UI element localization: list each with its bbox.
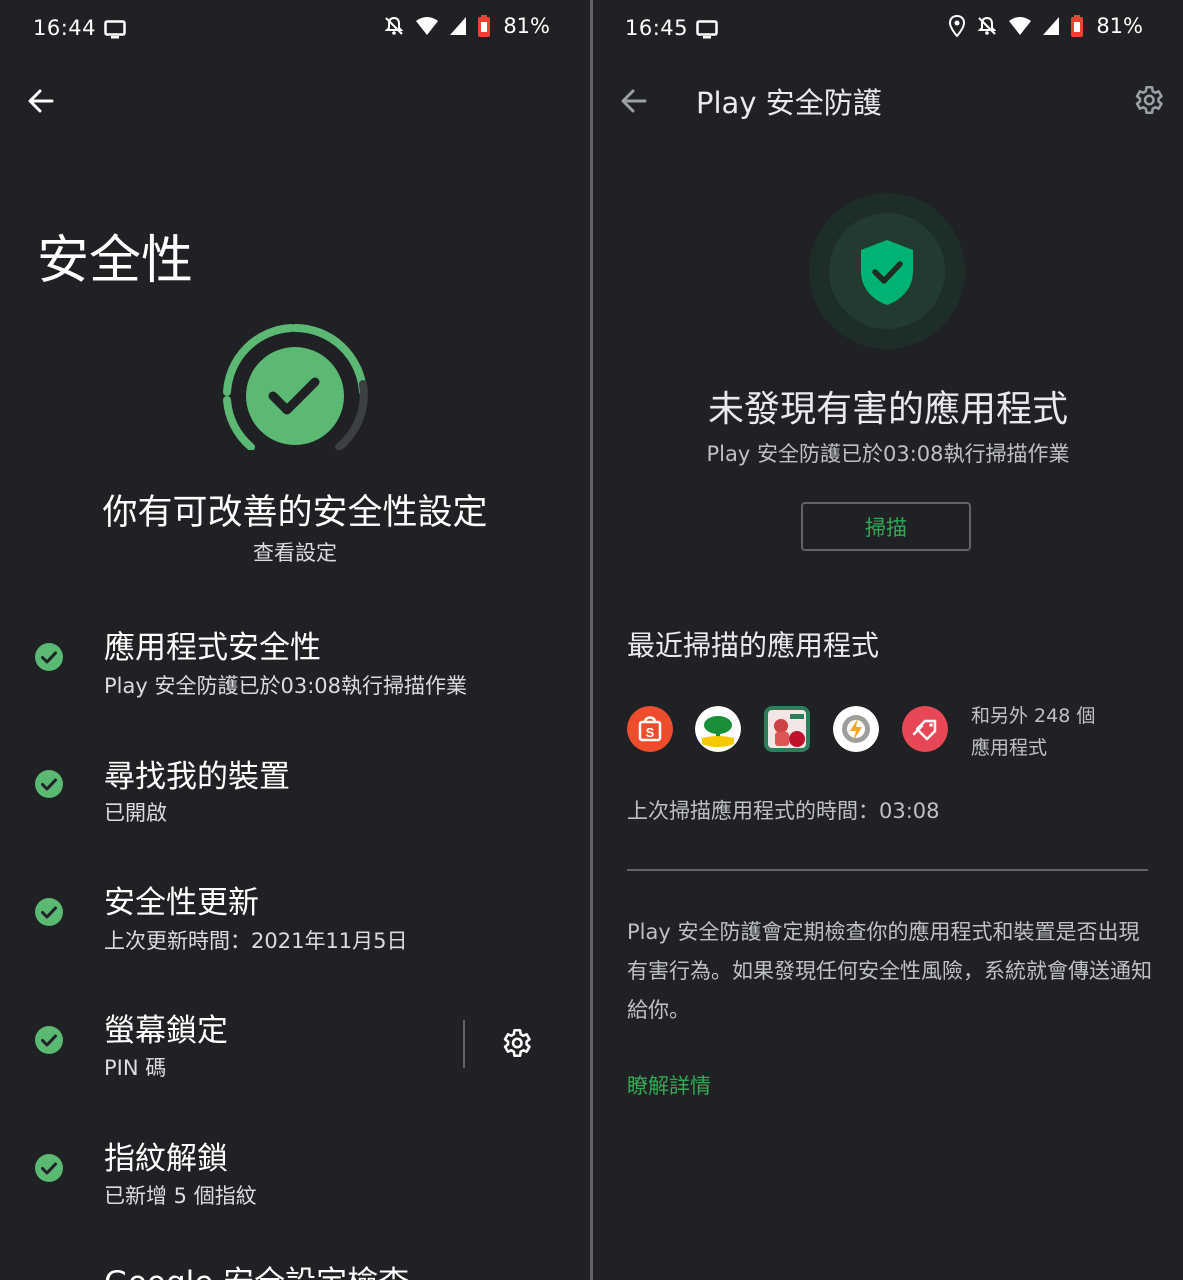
battery-saver-icon (478, 15, 491, 37)
recent-scanned-title: 最近掃描的應用程式 (627, 629, 880, 662)
status-headline: 未發現有害的應用程式 (707, 389, 1068, 430)
check-circle-icon (35, 770, 63, 798)
battery-saver-icon (1071, 15, 1084, 37)
signal-icon (1043, 17, 1060, 35)
back-arrow-icon[interactable] (617, 84, 651, 118)
check-circle-icon (35, 643, 63, 671)
item-title: 指紋解鎖 (104, 1141, 228, 1177)
view-settings-link[interactable]: 查看設定 (0, 537, 590, 567)
shield-check-icon (809, 193, 965, 349)
tree-bank-icon[interactable] (695, 706, 741, 752)
item-title: 應用程式安全性 (104, 630, 321, 666)
status-icons: 81% (383, 14, 550, 38)
item-screen-lock[interactable]: 螢幕鎖定 PIN 碼 (0, 1000, 590, 1110)
last-scan-time: 上次掃描應用程式的時間：03:08 (627, 799, 940, 823)
status-bar: 16:44 81% (0, 0, 590, 60)
mute-bell-icon (384, 16, 404, 35)
item-title: Google 安全設定檢查 (104, 1257, 409, 1280)
item-google-security-checkup[interactable]: Google 安全設定檢查 (0, 1255, 590, 1280)
mute-bell-icon (977, 16, 997, 35)
wifi-icon (416, 17, 439, 35)
status-subtitle: Play 安全防護已於03:08執行掃描作業 (706, 442, 1070, 466)
svg-text:S: S (646, 725, 655, 740)
coupon-tag-icon[interactable] (902, 706, 948, 752)
item-subtitle: PIN 碼 (104, 1056, 167, 1080)
item-title: 螢幕鎖定 (104, 1013, 228, 1049)
gear-icon[interactable] (499, 1026, 533, 1060)
battery-percent: 81% (1096, 14, 1143, 38)
gear-icon[interactable] (1131, 83, 1165, 117)
status-time: 16:45 (625, 16, 689, 40)
section-divider (627, 869, 1148, 871)
item-security-update[interactable]: 安全性更新 上次更新時間：2021年11月5日 (0, 873, 590, 983)
play-protect-description: Play 安全防護會定期檢查你的應用程式和裝置是否出現有害行為。如果發現任何安全… (627, 920, 1152, 1022)
more-apps-line1: 和另外 248 個 (971, 705, 1096, 727)
item-subtitle: 已新增 5 個指紋 (104, 1184, 257, 1208)
play-protect-screen: 16:45 81% Play 安全防護 未發現有害的應用程式 Play 安全防護… (593, 0, 1183, 1280)
more-apps-line2: 應用程式 (971, 737, 1048, 759)
item-subtitle: 上次更新時間：2021年11月5日 (104, 929, 408, 953)
cast-screen-icon (696, 20, 718, 39)
security-screen: 16:44 81% 安全性 你有可改善的安全性設定 查看設定 應用程式安全性 P… (0, 0, 590, 1280)
item-find-my-device[interactable]: 尋找我的裝置 已開啟 (0, 745, 590, 855)
item-subtitle: Play 安全防護已於03:08執行掃描作業 (104, 674, 467, 698)
app-bar-title: Play 安全防護 (696, 86, 882, 120)
learn-more-link[interactable]: 瞭解詳情 (627, 1070, 711, 1100)
status-bar: 16:45 81% (593, 0, 1183, 60)
status-icons: 81% (948, 14, 1143, 38)
item-title: 安全性更新 (104, 885, 259, 921)
item-subtitle: 已開啟 (104, 801, 167, 825)
item-app-security[interactable]: 應用程式安全性 Play 安全防護已於03:08執行掃描作業 (0, 618, 590, 728)
item-title: 尋找我的裝置 (104, 759, 290, 795)
item-fingerprint-unlock[interactable]: 指紋解鎖 已新增 5 個指紋 (0, 1128, 590, 1238)
vertical-divider (463, 1020, 465, 1068)
more-apps-count: 和另外 248 個 應用程式 (971, 700, 1151, 764)
check-circle-icon (35, 1026, 63, 1054)
security-status-ring-icon (223, 323, 368, 450)
signal-icon (450, 17, 467, 35)
cast-screen-icon (104, 20, 126, 39)
check-circle-icon (35, 898, 63, 926)
battery-percent: 81% (503, 14, 550, 38)
wifi-icon (1009, 17, 1032, 35)
back-arrow-icon[interactable] (24, 84, 58, 118)
shopee-icon[interactable]: S (627, 706, 673, 752)
scan-button[interactable]: 掃描 (801, 502, 971, 551)
power-settings-icon[interactable] (833, 706, 879, 752)
status-time: 16:44 (33, 16, 97, 40)
location-icon (949, 15, 966, 37)
page-title: 安全性 (37, 231, 194, 291)
check-circle-icon (35, 1154, 63, 1182)
family-store-icon[interactable] (764, 706, 810, 752)
security-summary-headline: 你有可改善的安全性設定 (102, 493, 488, 533)
